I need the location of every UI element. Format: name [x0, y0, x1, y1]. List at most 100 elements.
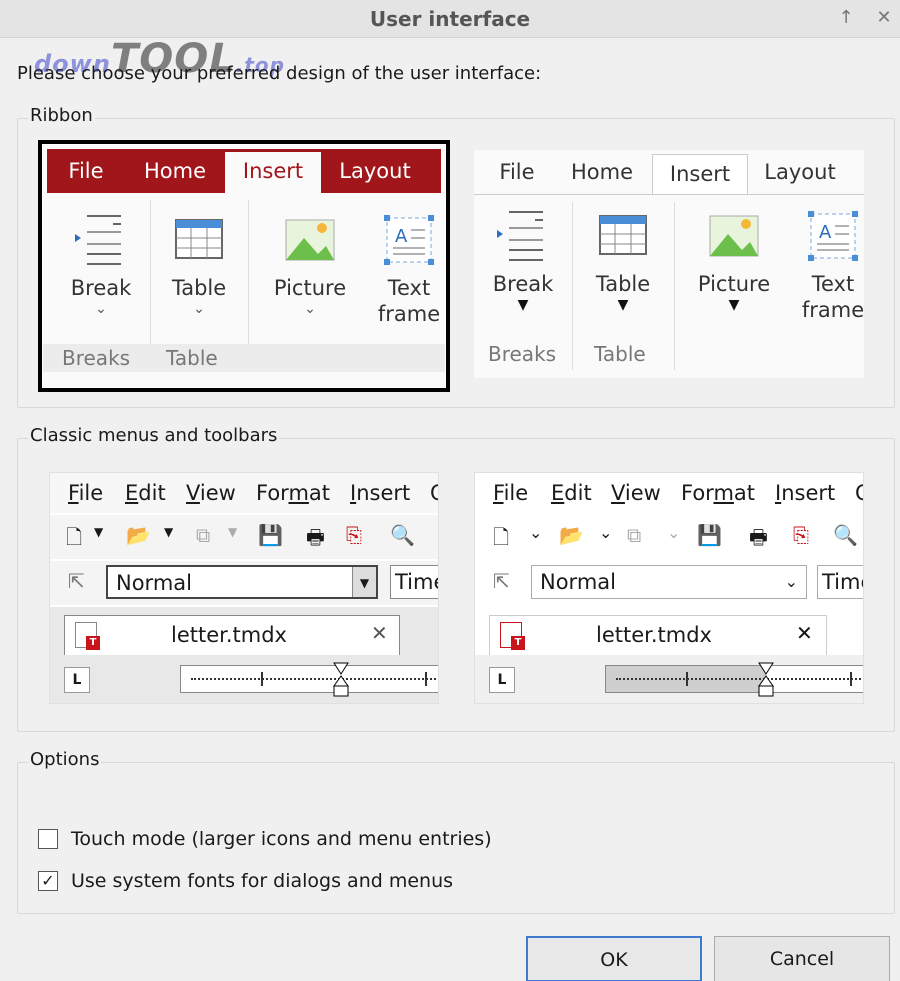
pdf-icon: ⎘	[793, 523, 809, 547]
ribbon-tab-layout: Layout	[764, 160, 836, 184]
document-tab-name: letter.tmdx	[171, 623, 287, 647]
open-folder-icon: 📂	[559, 523, 584, 547]
picture-icon	[709, 215, 759, 257]
ruler[interactable]	[180, 662, 438, 697]
save-icon: 💾	[258, 523, 283, 547]
chevron-down-icon: ⌄	[599, 523, 613, 542]
ribbon-option-dark[interactable]: File Home Insert Layout Break ⌄ Table ⌄	[38, 140, 450, 392]
document-tab-bar: letter.tmdx ✕	[50, 607, 438, 655]
document-tab[interactable]: letter.tmdx ✕	[489, 615, 827, 655]
ribbon-option-light[interactable]: File Home Insert Layout Break ▼ Table ▼	[474, 150, 864, 378]
ribbon-item-text-frame: A Text frame	[364, 210, 446, 327]
menu-c: C	[430, 481, 438, 505]
touch-mode-label: Touch mode (larger icons and menu entrie…	[71, 828, 492, 850]
ruler-mark	[850, 672, 852, 686]
ribbon-item-break: Break ⌄	[56, 210, 146, 319]
classic-option-1[interactable]: File Edit View Format Insert C 🗋 ▼ 📂 ▼ ⧉…	[49, 472, 439, 704]
intro-text: Please choose your preferred design of t…	[17, 63, 542, 84]
system-fonts-checkbox[interactable]: ✓	[38, 871, 58, 891]
chevron-down-icon: ⌄	[95, 301, 107, 317]
document-tab[interactable]: letter.tmdx ✕	[64, 615, 400, 655]
pdf-icon: ⎘	[346, 523, 362, 547]
ribbon-group-label: Ribbon	[28, 105, 95, 126]
format-toolbar: ⇱ Normal ▼ Time	[50, 561, 438, 605]
ruler-mark	[425, 672, 427, 686]
menu-format: Format	[256, 481, 331, 505]
ribbon-tab-insert: Insert	[652, 154, 748, 195]
ribbon-body-line	[474, 194, 864, 195]
cancel-button[interactable]: Cancel	[714, 936, 890, 981]
ribbon-group-label-table: Table	[594, 342, 646, 366]
dropdown-arrow-icon: ▼	[164, 525, 174, 539]
new-document-icon: 🗋	[493, 525, 510, 549]
text-frame-icon: A	[808, 211, 858, 261]
copy-icon: ⧉	[196, 523, 211, 547]
indent-marker-icon[interactable]	[333, 662, 349, 698]
font-select[interactable]: Time	[817, 565, 863, 599]
table-icon	[175, 219, 223, 259]
document-icon	[500, 622, 525, 650]
close-tab-icon[interactable]: ✕	[796, 621, 813, 645]
menu-format: Format	[681, 481, 756, 505]
ribbon-item-label: Picture	[273, 276, 347, 300]
dropdown-arrow-icon: ▼	[94, 525, 104, 539]
page-break-icon	[75, 215, 121, 265]
ribbon-group-label-table: Table	[166, 346, 218, 370]
title-bar: User interface ↑ ✕	[0, 0, 900, 38]
style-select[interactable]: Normal ⌄	[531, 565, 807, 599]
ribbon-tab-home: Home	[143, 159, 206, 183]
toolbar: 🗋 ▼ 📂 ▼ ⧉ ▼ 💾 🖶 ⎘ 🔍	[50, 515, 438, 559]
style-select[interactable]: Normal ▼	[106, 565, 378, 599]
format-toolbar: ⇱ Normal ⌄ Time	[475, 561, 863, 605]
ribbon-separator	[248, 200, 249, 368]
font-select[interactable]: Time	[390, 565, 438, 599]
ok-button[interactable]: OK	[526, 936, 702, 981]
ribbon-group-label-breaks: Breaks	[62, 346, 131, 370]
svg-text:A: A	[819, 222, 832, 243]
close-tab-icon[interactable]: ✕	[371, 621, 388, 645]
toolbar: 🗋 ⌄ 📂 ⌄ ⧉ ⌄ 💾 🖶 ⎘ 🔍	[475, 515, 863, 559]
ribbon-item-break: Break ▼	[478, 206, 568, 315]
text-frame-icon: A	[384, 215, 434, 265]
ribbon-item-picture: Picture ⌄	[260, 210, 360, 319]
open-folder-icon: 📂	[126, 523, 151, 547]
ribbon-item-label: Break	[492, 272, 554, 296]
font-select-value: Time	[822, 570, 863, 594]
dropdown-arrow-icon: ▼	[228, 525, 238, 539]
chevron-down-icon: ▼	[352, 567, 376, 597]
ribbon-tab-home: Home	[570, 160, 633, 184]
ribbon-item-table: Table ⌄	[154, 210, 244, 319]
options-group-label: Options	[28, 749, 102, 770]
new-document-icon: 🗋	[66, 525, 83, 549]
menu-bar: File Edit View Format Insert C	[50, 473, 438, 513]
ruler[interactable]	[605, 662, 863, 697]
ribbon-item-picture: Picture ▼	[684, 206, 784, 315]
print-preview-icon: 🔍	[390, 523, 415, 547]
chevron-down-icon: ⌄	[667, 523, 681, 542]
indent-marker-icon[interactable]	[758, 662, 774, 698]
ribbon-tab-file: File	[499, 160, 535, 184]
print-icon: 🖶	[749, 525, 768, 549]
menu-file: File	[493, 481, 529, 505]
tab-stop-icon[interactable]: L	[489, 667, 515, 693]
ribbon-separator	[150, 200, 151, 368]
ruler-row: L	[475, 655, 863, 703]
pin-icon[interactable]: ↑	[834, 6, 858, 30]
menu-insert: Insert	[350, 481, 411, 505]
classic-group-label: Classic menus and toolbars	[28, 425, 280, 446]
document-tab-bar: letter.tmdx ✕	[475, 607, 863, 655]
menu-file: File	[68, 481, 104, 505]
chevron-down-icon: ⌄	[193, 301, 205, 317]
close-icon[interactable]: ✕	[872, 6, 896, 30]
ribbon-tab-bar: File Home Insert Layout	[474, 150, 864, 195]
document-tab-name: letter.tmdx	[596, 623, 712, 647]
menu-insert: Insert	[775, 481, 836, 505]
system-fonts-label: Use system fonts for dialogs and menus	[71, 870, 454, 892]
touch-mode-checkbox[interactable]	[38, 829, 58, 849]
font-select-value: Time	[395, 570, 438, 594]
menu-edit: Edit	[551, 481, 592, 505]
classic-option-2[interactable]: File Edit View Format Insert C 🗋 ⌄ 📂 ⌄ ⧉…	[474, 472, 864, 704]
tab-stop-icon[interactable]: L	[64, 667, 90, 693]
chevron-down-icon: ▼	[728, 297, 740, 313]
ribbon-item-label: Picture	[697, 272, 771, 296]
